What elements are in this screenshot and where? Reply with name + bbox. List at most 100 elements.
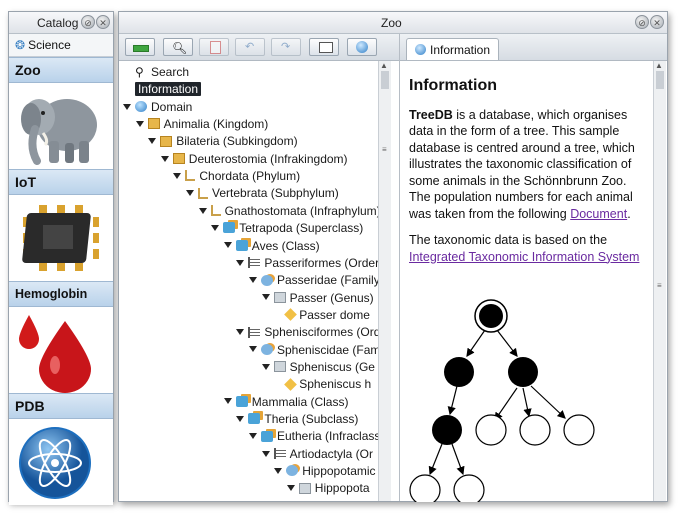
tree-node-label: Domain	[151, 99, 193, 114]
document-link[interactable]: Document	[570, 207, 627, 221]
tree-node-label: Sphenisciformes (Ord	[264, 325, 381, 340]
tree-node[interactable]: Passer dome	[284, 307, 370, 324]
scroll-up-icon[interactable]: ▲	[378, 61, 390, 71]
tree-node[interactable]: Spheniscus (Ge	[261, 359, 375, 376]
tree-node[interactable]: Spheniscidae (Fam	[249, 342, 380, 359]
tree-node[interactable]: Spheniscus h	[284, 376, 371, 393]
expand-toggle-icon[interactable]	[148, 138, 157, 145]
back-button[interactable]: ↶	[235, 38, 265, 56]
expand-toggle-icon[interactable]	[223, 398, 232, 405]
tree-node[interactable]: Eutheria (Infraclass	[249, 428, 380, 445]
expand-toggle-icon[interactable]	[123, 103, 131, 110]
tree-node[interactable]: Artiodactyla (Or	[261, 446, 373, 463]
catalog-item-hemoglobin[interactable]: Hemoglobin	[9, 281, 113, 393]
expand-toggle-icon[interactable]	[249, 346, 257, 353]
tree-node[interactable]: Theria (Subclass)	[236, 411, 358, 428]
expand-toggle-icon[interactable]	[135, 120, 144, 127]
close-icon[interactable]: ✕	[650, 15, 664, 29]
tree-node[interactable]: Mammalia (Class)	[223, 394, 349, 411]
search-button[interactable]: 🔍︎	[163, 38, 193, 56]
itis-link[interactable]: Integrated Taxonomic Information System	[409, 250, 639, 264]
new-page-button[interactable]	[199, 38, 229, 56]
class-icon	[235, 395, 248, 407]
pin-icon[interactable]: ⊘	[635, 15, 649, 29]
expand-toggle-icon[interactable]	[223, 242, 232, 249]
tree-toolbar: 🔍︎ ↶ ↷	[119, 34, 399, 61]
genus-icon	[273, 291, 286, 303]
expand-toggle-icon[interactable]	[211, 224, 220, 231]
tree-node-label: Spheniscus (Ge	[289, 359, 375, 374]
pane-splitter[interactable]	[399, 34, 400, 501]
family-icon	[261, 343, 273, 355]
folder-icon	[319, 42, 333, 53]
tree-node-label: Passeridae (Family	[277, 273, 380, 288]
p1-end: .	[627, 206, 631, 221]
tree-node[interactable]: Domain	[123, 99, 192, 116]
info-scrollbar[interactable]: ≡	[653, 61, 666, 501]
forward-button[interactable]: ↷	[271, 38, 301, 56]
tree-node-label: Passer dome	[299, 307, 370, 322]
tree-node[interactable]: Vertebrata (Subphylum)	[186, 185, 339, 202]
order-icon	[273, 448, 286, 460]
scroll-up-icon[interactable]: ▲	[653, 61, 665, 71]
catalog-item-iot[interactable]: IoT	[9, 169, 113, 281]
info-icon	[415, 44, 426, 55]
expand-toggle-icon[interactable]	[261, 363, 270, 370]
tree-node-label: Animalia (Kingdom)	[163, 117, 269, 132]
species-icon	[284, 377, 298, 391]
expand-toggle-icon[interactable]	[261, 294, 270, 301]
catalog-item-zoo[interactable]: Zoo	[9, 57, 113, 169]
catalog-science-tab[interactable]: ❂ Science	[9, 34, 113, 57]
tree-node[interactable]: Information	[135, 81, 202, 98]
open-folder-button[interactable]	[309, 38, 339, 56]
phylum-icon	[210, 205, 221, 217]
expand-toggle-icon[interactable]	[286, 485, 295, 492]
tree-node[interactable]: Chordata (Phylum)	[173, 168, 300, 185]
folder-icon	[147, 118, 160, 130]
expand-toggle-icon[interactable]	[236, 415, 245, 422]
expand-toggle-icon[interactable]	[198, 207, 207, 214]
tree-node[interactable]: Passeridae (Family	[249, 272, 380, 289]
add-button[interactable]	[125, 38, 155, 56]
tree-node[interactable]: Passeriformes (Order	[236, 255, 379, 272]
catalog-item-label: Zoo	[9, 57, 113, 83]
tree-node-label: Chordata (Phylum)	[199, 169, 301, 184]
expand-toggle-icon[interactable]	[236, 329, 245, 336]
expand-toggle-icon[interactable]	[186, 190, 194, 197]
tree-node[interactable]: Aves (Class)	[223, 238, 320, 255]
tree-node[interactable]: Sphenisciformes (Ord	[236, 324, 380, 341]
expand-toggle-icon[interactable]	[236, 259, 245, 266]
catalog-titlebar: Catalog ⊘ ✕	[9, 12, 113, 34]
tree-node-label: Information	[135, 82, 202, 97]
tree-node[interactable]: Hippopotamic	[274, 463, 376, 480]
expand-toggle-icon[interactable]	[160, 155, 169, 162]
expand-toggle-icon[interactable]	[249, 433, 257, 440]
tree-node[interactable]: Passer (Genus)	[261, 290, 374, 307]
tree-node[interactable]: ⚲ Search	[135, 64, 189, 81]
tree-node-label: Hippopotamic	[302, 464, 376, 479]
tree-node[interactable]: Tetrapoda (Superclass)	[211, 220, 363, 237]
blood-drops-icon	[9, 307, 113, 393]
close-icon[interactable]: ✕	[96, 15, 110, 29]
tree-node[interactable]: Gnathostomata (Infraphylum)	[198, 203, 381, 220]
tree-node[interactable]: Hippopota	[286, 480, 370, 497]
catalog-item-pdb[interactable]: PDB	[9, 393, 113, 505]
expand-toggle-icon[interactable]	[274, 467, 283, 474]
info-button[interactable]	[347, 38, 377, 56]
tree-node[interactable]: Animalia (Kingdom)	[135, 116, 269, 133]
tab-information[interactable]: Information	[406, 38, 500, 60]
tree-scrollbar[interactable]: ≡	[378, 61, 391, 501]
order-icon	[248, 257, 261, 269]
tree-node[interactable]: Bilateria (Subkingdom)	[148, 133, 298, 150]
tree-node[interactable]: Deuterostomia (Infrakingdom)	[160, 151, 348, 168]
tree-node-label: Aves (Class)	[251, 238, 320, 253]
pin-icon[interactable]: ⊘	[81, 15, 95, 29]
tab-label: Information	[430, 42, 491, 57]
catalog-panel: Catalog ⊘ ✕ ❂ Science Zoo IoT Hemoglobin…	[8, 11, 114, 505]
expand-toggle-icon[interactable]	[249, 277, 257, 284]
elephant-icon	[9, 83, 113, 169]
phylum-icon	[198, 187, 208, 199]
expand-toggle-icon[interactable]	[173, 172, 182, 179]
expand-toggle-icon[interactable]	[261, 450, 270, 457]
tree-node-label: Mammalia (Class)	[251, 394, 349, 409]
